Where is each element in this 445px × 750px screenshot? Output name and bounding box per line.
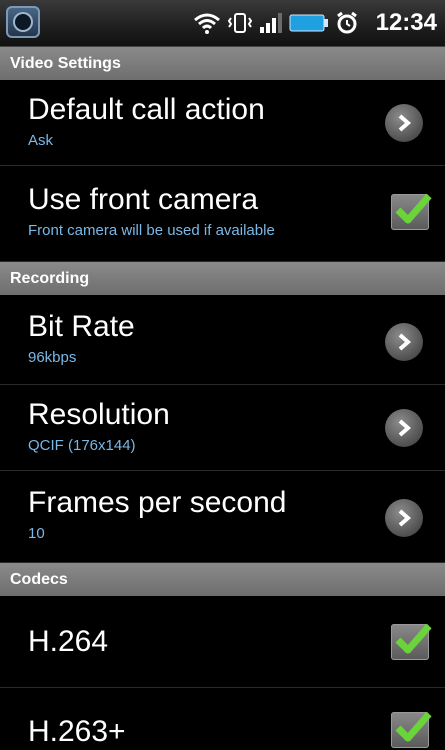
alarm-icon — [335, 11, 359, 35]
pref-title: H.264 — [28, 625, 109, 658]
vibrate-icon — [227, 12, 253, 34]
section-header-codecs: Codecs — [0, 563, 445, 596]
signal-icon — [259, 12, 283, 34]
section-header-recording: Recording — [0, 262, 445, 295]
pref-summary: Ask — [28, 132, 54, 149]
pref-frames-per-second[interactable]: Frames per second 10 — [0, 471, 445, 563]
pref-bit-rate[interactable]: Bit Rate 96kbps — [0, 295, 445, 385]
codec-h263plus-checkbox[interactable] — [391, 711, 432, 748]
chevron-right-icon — [385, 499, 423, 537]
app-icon — [6, 6, 40, 38]
codec-h264-checkbox[interactable] — [391, 623, 432, 660]
wifi-icon — [193, 12, 221, 34]
pref-summary: QCIF (176x144) — [28, 437, 136, 454]
pref-summary: 96kbps — [28, 349, 77, 366]
battery-icon — [289, 12, 329, 34]
pref-title: Default call action — [28, 93, 265, 126]
pref-title: H.263+ — [28, 715, 126, 748]
pref-title: Bit Rate — [28, 310, 135, 343]
chevron-right-icon — [385, 104, 423, 142]
chevron-right-icon — [385, 323, 423, 361]
pref-default-call-action[interactable]: Default call action Ask — [0, 80, 445, 166]
pref-title: Frames per second — [28, 486, 287, 519]
pref-title: Use front camera — [28, 183, 259, 216]
status-icons — [193, 10, 359, 36]
pref-title: Resolution — [28, 398, 170, 431]
status-bar: 12:34 — [0, 0, 445, 47]
section-header-video-settings: Video Settings — [0, 47, 445, 80]
status-time: 12:34 — [375, 9, 437, 36]
pref-codec-h264[interactable]: H.264 — [0, 596, 445, 688]
use-front-camera-checkbox[interactable] — [391, 193, 432, 230]
pref-resolution[interactable]: Resolution QCIF (176x144) — [0, 385, 445, 471]
pref-summary: Front camera will be used if available — [28, 222, 275, 239]
pref-summary: 10 — [28, 525, 45, 542]
pref-use-front-camera[interactable]: Use front camera Front camera will be us… — [0, 166, 445, 262]
pref-codec-h263plus[interactable]: H.263+ — [0, 688, 445, 748]
chevron-right-icon — [385, 409, 423, 447]
